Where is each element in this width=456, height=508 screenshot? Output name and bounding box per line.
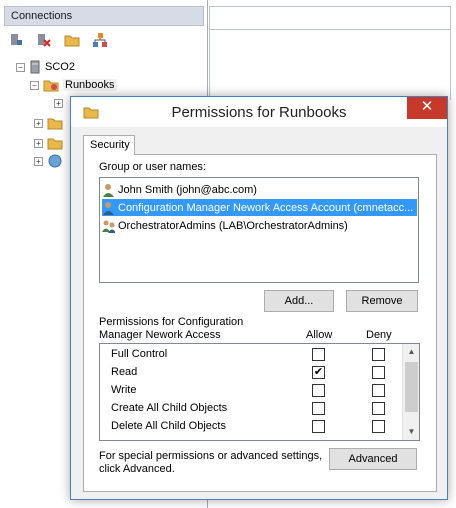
tree-node-child[interactable]: + (54, 94, 63, 112)
scroll-up-icon[interactable]: ▲ (403, 344, 419, 360)
server-icon (30, 60, 40, 74)
scroll-thumb[interactable] (405, 362, 418, 412)
deny-checkbox[interactable] (372, 420, 385, 433)
tree-node-child[interactable]: + (34, 134, 63, 152)
connections-toolbar (6, 30, 110, 52)
group-label: Group or user names: (99, 161, 206, 173)
runbooks-label: Runbooks (63, 79, 117, 91)
expand-icon[interactable]: + (54, 98, 63, 108)
list-item-user[interactable]: John Smith (john@abc.com) (102, 181, 261, 198)
permission-name: Delete All Child Objects (111, 420, 226, 432)
permissions-dialog: Permissions for Runbooks ✕ Security Grou… (70, 96, 448, 500)
permission-row: Full Control (100, 346, 402, 364)
deny-checkbox[interactable] (372, 366, 385, 379)
tree-node-runbooks[interactable]: − Runbooks (30, 76, 117, 94)
allow-checkbox-checked[interactable]: ✔ (312, 366, 325, 379)
permissions-scrollbar[interactable]: ▲ ▼ (402, 344, 419, 440)
close-button[interactable]: ✕ (407, 97, 447, 119)
permission-row: Write (100, 382, 402, 400)
advanced-text-line1: For special permissions or advanced sett… (99, 450, 323, 462)
advanced-text-line2: click Advanced. (99, 463, 175, 475)
right-pane-header (209, 6, 451, 30)
permissions-for-label-line2: Manager Nework Access (99, 329, 221, 341)
disconnect-icon[interactable] (34, 30, 54, 50)
expand-icon[interactable]: + (34, 138, 43, 148)
permission-row: Read ✔ (100, 364, 402, 382)
permission-name: Create All Child Objects (111, 402, 228, 414)
tree-node-server[interactable]: − SCO2 (16, 58, 75, 76)
dialog-title: Permissions for Runbooks (171, 104, 347, 121)
permissions-list[interactable]: Full Control Read ✔ Write Create All Chi… (99, 343, 420, 441)
list-item-group[interactable]: OrchestratorAdmins (LAB\OrchestratorAdmi… (102, 217, 352, 234)
collapse-icon[interactable]: − (16, 62, 25, 72)
user-listbox[interactable]: John Smith (john@abc.com) Configuration … (99, 177, 419, 283)
globe-icon (48, 154, 62, 168)
advanced-button[interactable]: Advanced (329, 448, 417, 470)
expand-icon[interactable]: + (34, 156, 43, 166)
permission-row: Delete All Child Objects (100, 418, 402, 436)
network-icon[interactable] (90, 30, 110, 50)
permissions-for-label-line1: Permissions for Configuration (99, 316, 244, 328)
user-icon (103, 201, 114, 215)
deny-checkbox[interactable] (372, 402, 385, 415)
deny-checkbox[interactable] (372, 348, 385, 361)
user-name: John Smith (john@abc.com) (118, 183, 257, 196)
folder-icon[interactable] (62, 30, 82, 50)
deny-header: Deny (366, 329, 392, 341)
allow-checkbox[interactable] (312, 348, 325, 361)
folder-icon (47, 118, 63, 130)
allow-header: Allow (306, 329, 333, 341)
folder-icon (47, 138, 63, 150)
server-label: SCO2 (45, 61, 75, 73)
connect-icon[interactable] (6, 30, 26, 50)
runbooks-folder-icon (43, 80, 59, 92)
permission-name: Read (111, 366, 138, 378)
permission-row: Create All Child Objects (100, 400, 402, 418)
group-name: OrchestratorAdmins (LAB\OrchestratorAdmi… (118, 219, 348, 232)
tree-node-child[interactable]: + (34, 114, 63, 132)
permission-name: Full Control (111, 348, 168, 360)
list-item-user-selected[interactable]: Configuration Manager Nework Access Acco… (102, 199, 418, 216)
connections-header: Connections (4, 6, 204, 26)
add-button[interactable]: Add... (264, 290, 334, 312)
dialog-titlebar[interactable]: Permissions for Runbooks ✕ (71, 97, 447, 127)
expand-icon[interactable]: + (34, 118, 43, 128)
allow-checkbox[interactable] (312, 402, 325, 415)
permission-name: Write (111, 384, 137, 396)
deny-checkbox[interactable] (372, 384, 385, 397)
user-name: Configuration Manager Nework Access Acco… (118, 201, 414, 214)
scroll-down-icon[interactable]: ▼ (403, 424, 419, 440)
collapse-icon[interactable]: − (30, 80, 39, 90)
remove-button[interactable]: Remove (346, 290, 418, 312)
right-pane (209, 30, 451, 100)
security-tab-panel: Group or user names: John Smith (john@ab… (83, 154, 437, 492)
user-icon (103, 183, 114, 197)
allow-checkbox[interactable] (312, 420, 325, 433)
tab-security[interactable]: Security (83, 135, 135, 155)
tree-node-child[interactable]: + (34, 152, 63, 170)
group-icon (102, 220, 115, 233)
allow-checkbox[interactable] (312, 384, 325, 397)
